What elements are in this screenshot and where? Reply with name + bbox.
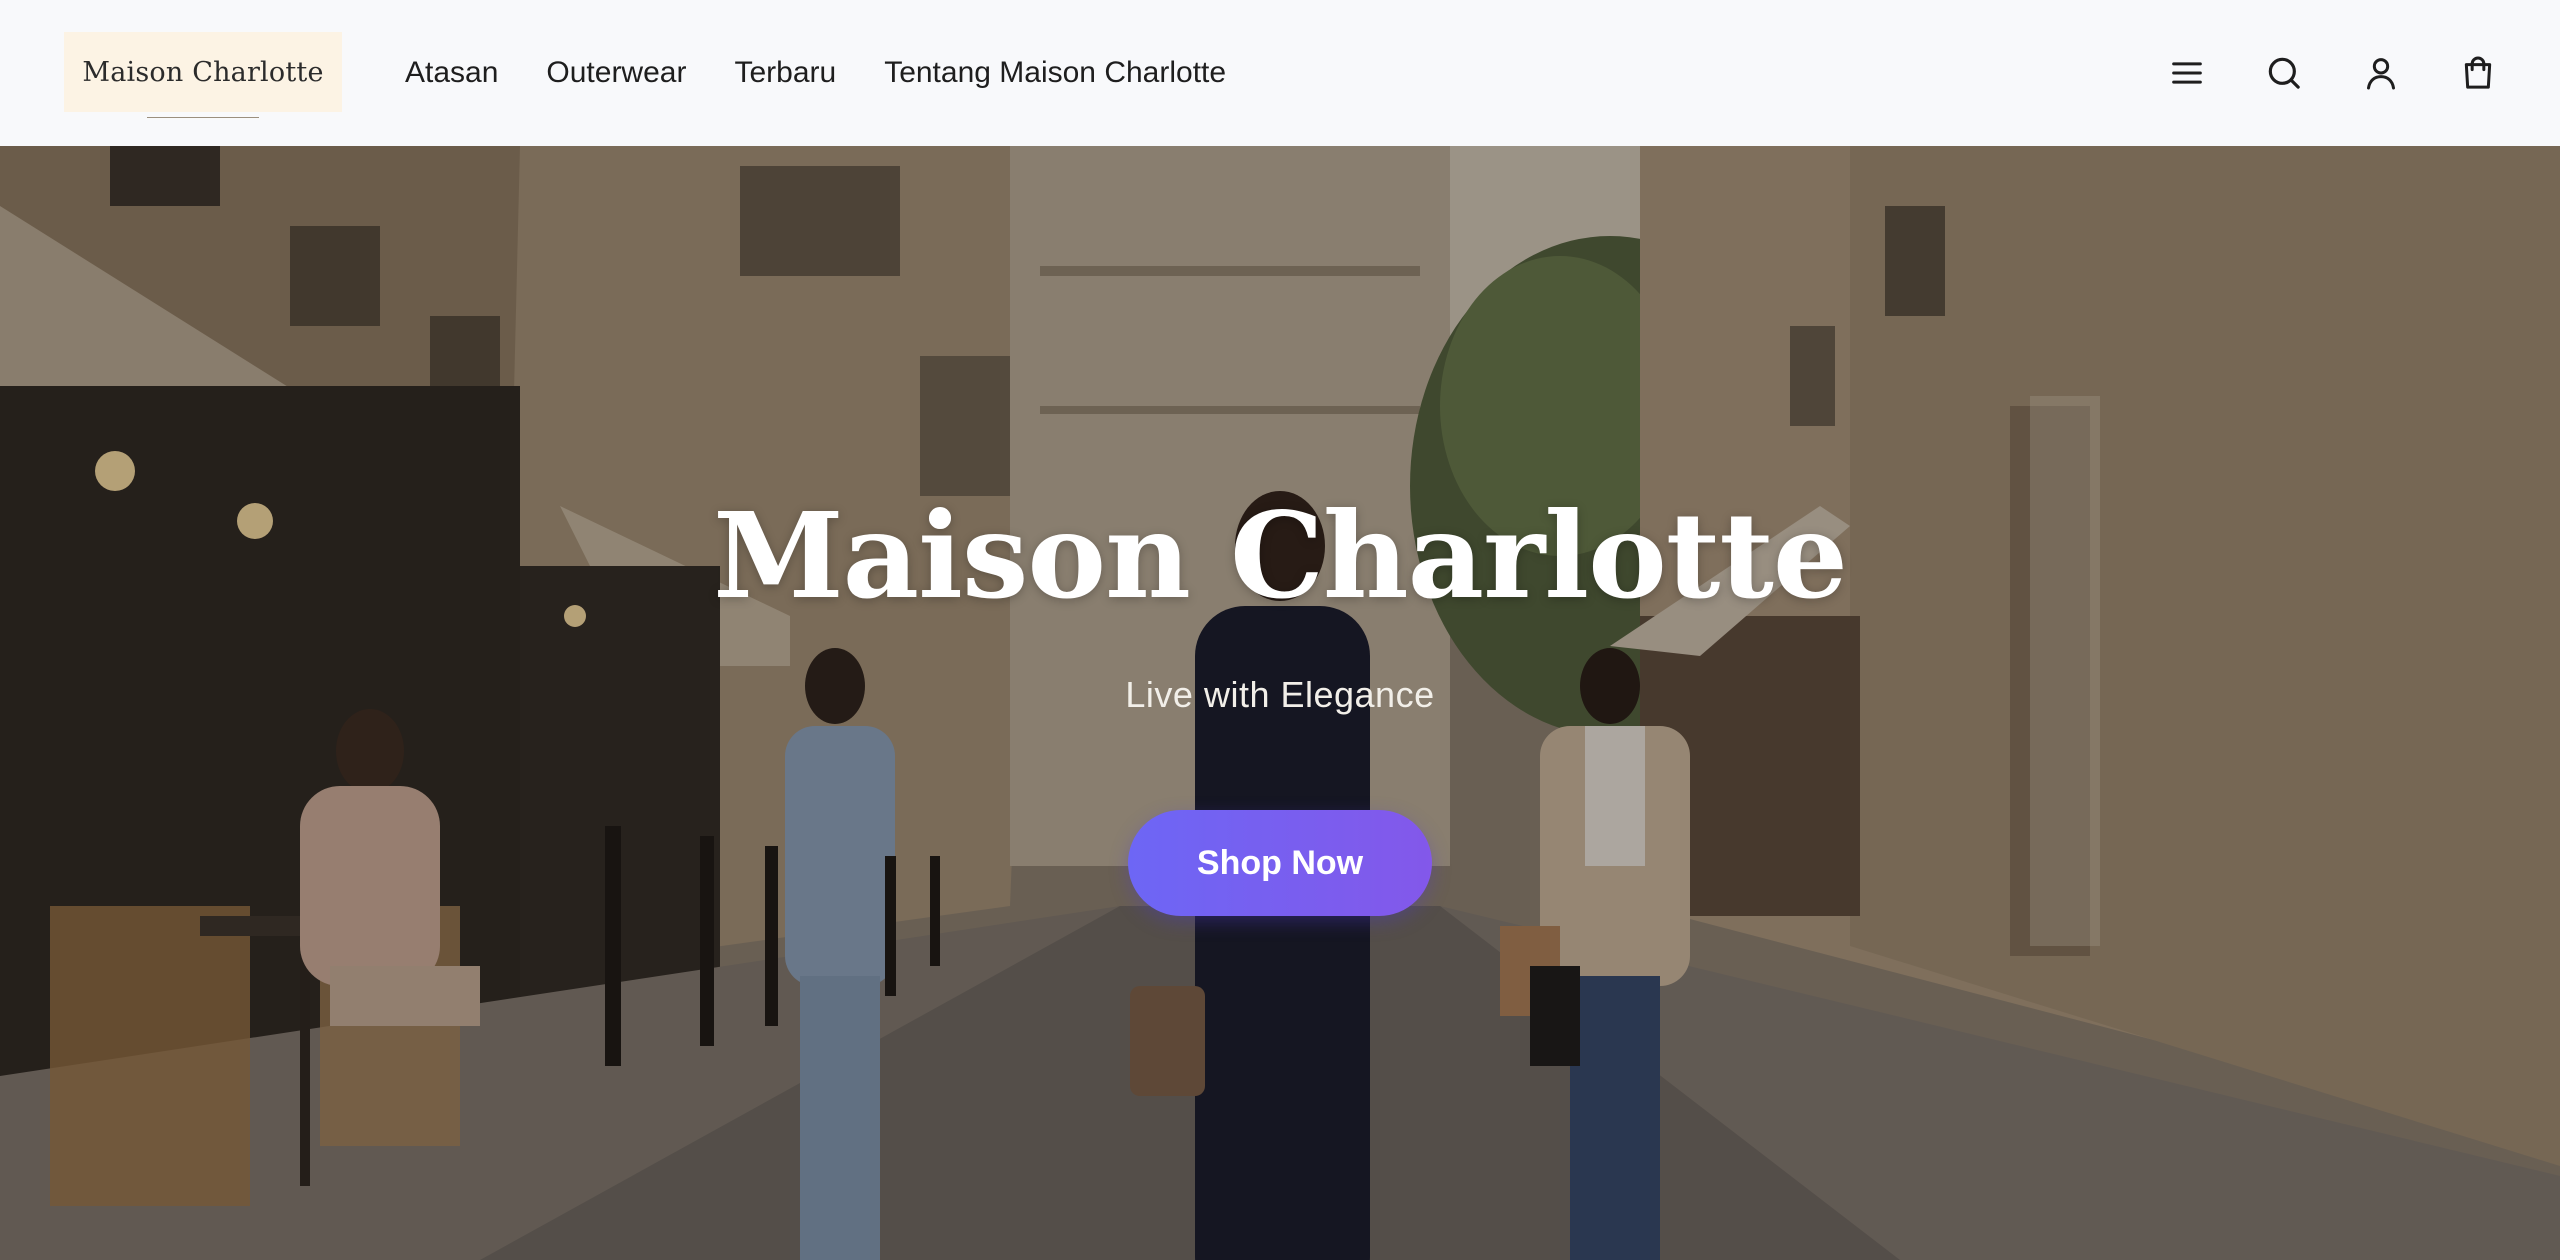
nav-item-outerwear[interactable]: Outerwear <box>546 56 686 90</box>
menu-button[interactable] <box>2161 47 2213 99</box>
logo-underline <box>147 117 259 118</box>
shop-now-button[interactable]: Shop Now <box>1128 810 1432 916</box>
logo-text: Maison Charlotte <box>82 56 324 88</box>
site-header: Maison Charlotte Atasan Outerwear Terbar… <box>0 0 2560 146</box>
search-icon <box>2268 57 2300 89</box>
nav-item-atasan[interactable]: Atasan <box>405 56 498 90</box>
main-nav: Atasan Outerwear Terbaru Tentang Maison … <box>405 0 1274 146</box>
nav-item-tentang[interactable]: Tentang Maison Charlotte <box>884 56 1226 90</box>
user-icon <box>2367 58 2395 90</box>
nav-item-terbaru[interactable]: Terbaru <box>734 56 836 90</box>
search-button[interactable] <box>2258 47 2310 99</box>
header-icons <box>2116 0 2504 146</box>
shopping-bag-icon <box>2464 56 2492 89</box>
account-button[interactable] <box>2355 47 2407 99</box>
logo[interactable]: Maison Charlotte <box>64 32 342 118</box>
hero-section: Maison Charlotte Live with Elegance Shop… <box>0 146 2560 1260</box>
hero-title: Maison Charlotte <box>713 486 1848 625</box>
cart-button[interactable] <box>2452 47 2504 99</box>
menu-icon <box>2172 62 2202 84</box>
hero-subtitle: Live with Elegance <box>1125 674 1435 715</box>
